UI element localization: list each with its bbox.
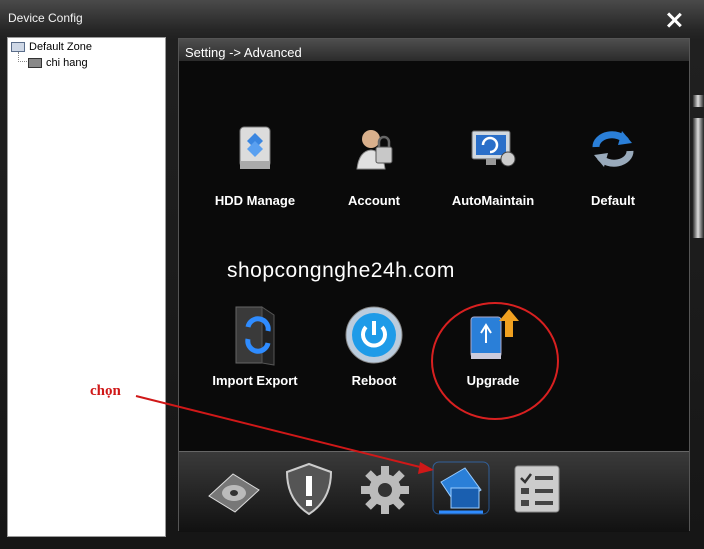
record-button[interactable] [203,460,263,518]
default-icon [592,131,634,167]
reboot-icon [345,306,403,364]
tile-account[interactable]: Account [316,123,432,223]
advanced-icon [432,461,490,515]
automaintain-icon [471,130,516,167]
highlight-circle [431,302,559,420]
watermark: shopcongnghe24h.com [227,259,455,282]
tile-automaintain[interactable]: AutoMaintain [435,123,551,223]
tile-reboot[interactable]: Reboot [316,303,432,403]
panel-header: Setting -> Advanced [179,39,689,61]
tile-default[interactable]: Default [555,123,671,223]
tile-label: Account [348,193,400,208]
system-settings-icon [361,466,409,514]
info-icon [514,465,560,513]
bottom-toolbar [179,451,689,532]
tile-import-export[interactable]: Import Export [197,303,313,403]
account-icon [356,130,393,170]
tree-connector [18,52,27,62]
tree-child-label: chi hang [46,57,88,69]
edge-decoration [692,118,704,238]
tile-label: AutoMaintain [451,193,535,208]
tile-label: Reboot [351,373,397,388]
edge-decoration [692,95,704,107]
advanced-button[interactable] [431,460,491,518]
device-config-window: Device Config Default Zone chi hang Sett… [0,0,704,549]
tree-root-label: Default Zone [29,41,92,53]
hdd-manage-icon [239,126,271,169]
zone-icon [11,42,25,52]
import-export-icon [235,306,275,366]
tree-item-device[interactable]: chi hang [28,57,88,69]
settings-panel: Setting -> Advanced HDD Manage Account A… [178,38,690,532]
tile-label: Default [590,193,636,208]
tile-hdd-manage[interactable]: HDD Manage [197,123,313,223]
breadcrumb: Setting -> Advanced [185,45,302,60]
device-icon [28,58,42,68]
alarm-button[interactable] [279,460,339,518]
tile-label: HDD Manage [214,193,296,208]
title-bar: Device Config [0,0,704,30]
record-icon [208,473,260,513]
alarm-icon [285,462,333,516]
info-button[interactable] [507,460,567,518]
system-settings-button[interactable] [355,460,415,518]
window-title: Device Config [8,11,83,25]
annotation-label: chọn [90,383,121,399]
advanced-grid: HDD Manage Account AutoMaintain Default … [179,61,689,451]
close-button[interactable] [666,12,682,28]
tile-label: Import Export [212,373,298,388]
device-tree: Default Zone chi hang [7,37,166,537]
